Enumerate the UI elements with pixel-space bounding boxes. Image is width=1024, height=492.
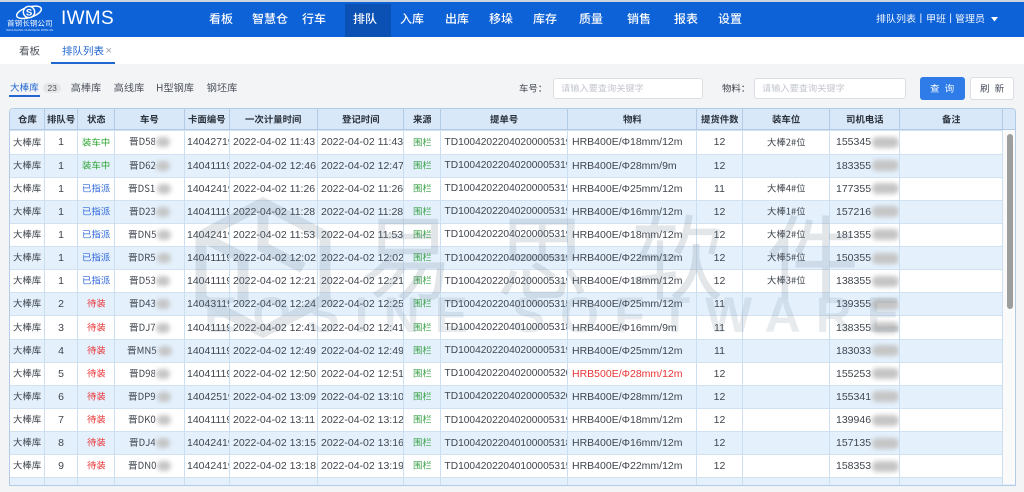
svg-text:S: S — [26, 7, 32, 18]
